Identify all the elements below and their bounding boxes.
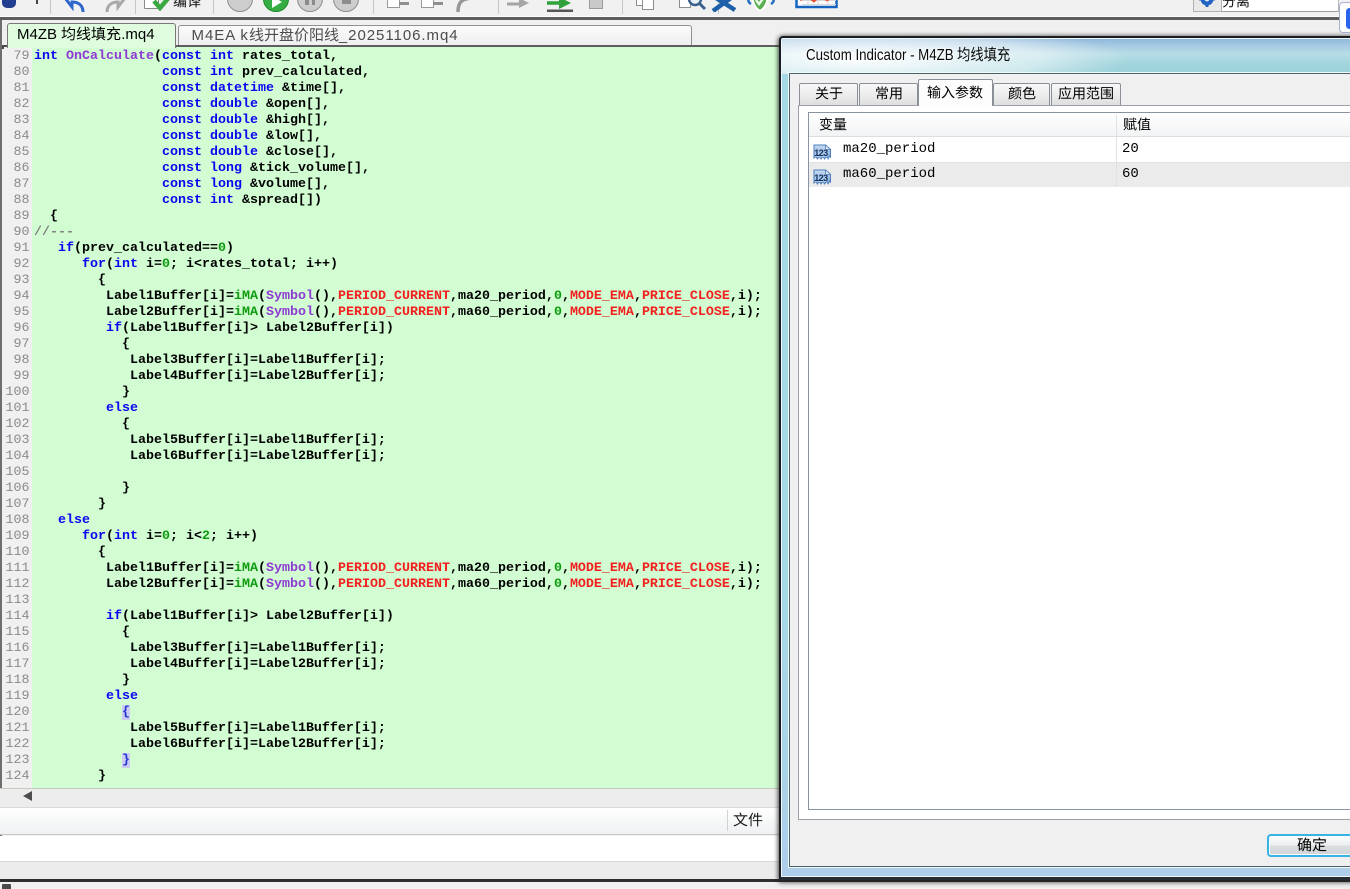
svg-text:123: 123 — [814, 148, 828, 158]
svg-text:123: 123 — [814, 173, 828, 183]
